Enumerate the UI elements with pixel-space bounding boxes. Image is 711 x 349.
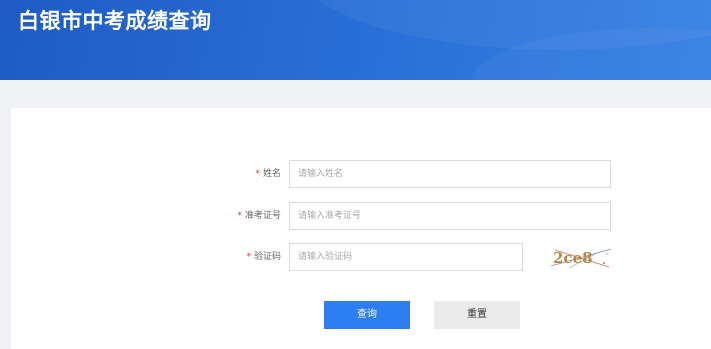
required-star: *	[246, 252, 251, 262]
reset-button[interactable]: 重置	[434, 301, 520, 329]
name-label-text: 姓名	[262, 169, 281, 179]
ticket-label: * 准考证号	[237, 202, 281, 230]
required-star: *	[237, 211, 242, 221]
captcha-noise-dot	[603, 262, 605, 264]
name-input[interactable]	[289, 160, 611, 188]
ticket-row: * 准考证号	[11, 202, 711, 230]
page-title: 白银市中考成绩查询	[18, 9, 212, 33]
name-row: * 姓名	[11, 160, 711, 188]
ticket-label-text: 准考证号	[244, 211, 281, 221]
name-label: * 姓名	[255, 160, 281, 188]
captcha-label-text: 验证码	[253, 252, 281, 262]
captcha-input[interactable]	[289, 243, 523, 271]
captcha-text: 2ce8	[553, 249, 593, 267]
ticket-number-input[interactable]	[289, 202, 611, 230]
captcha-row: *验证码 2ce8	[11, 243, 711, 271]
query-form-panel: *姓名 *准考证号 *验证码 2ce8 查询 重置	[11, 108, 711, 349]
captcha-image[interactable]: 2ce8	[549, 246, 613, 270]
captcha-label: * 验证码	[246, 243, 281, 271]
captcha-noise-dot	[606, 253, 608, 255]
query-button[interactable]: 查询	[324, 301, 410, 329]
page-header: 白银市中考成绩查询	[0, 0, 711, 80]
required-star: *	[255, 169, 260, 179]
